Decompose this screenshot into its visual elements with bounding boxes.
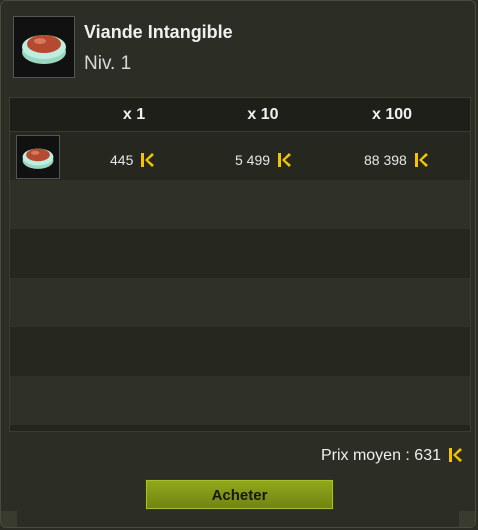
table-row-empty xyxy=(10,327,470,376)
price-table: x 1 x 10 x 100 445 5 499 88 398 xyxy=(9,97,471,432)
price-x1-button[interactable]: 445 xyxy=(110,152,155,168)
item-level: Niv. 1 xyxy=(84,53,132,74)
kama-icon xyxy=(278,153,292,167)
price-x100-button[interactable]: 88 398 xyxy=(364,152,429,168)
window-corner-left xyxy=(1,511,17,527)
table-header: x 1 x 10 x 100 xyxy=(10,98,470,132)
buy-button[interactable]: Acheter xyxy=(145,479,334,510)
table-row-empty xyxy=(10,180,470,229)
price-x100-value: 88 398 xyxy=(364,152,407,168)
window-corner-right xyxy=(459,511,475,527)
price-x10-button[interactable]: 5 499 xyxy=(235,152,292,168)
item-name: Viande Intangible xyxy=(84,22,233,42)
row-steak-icon xyxy=(16,135,60,179)
price-x10-value: 5 499 xyxy=(235,152,271,168)
column-header-x1: x 1 xyxy=(122,106,146,123)
average-price: Prix moyen : 631 xyxy=(321,447,463,465)
column-header-x10: x 10 xyxy=(247,106,279,123)
shop-window: Viande Intangible Niv. 1 x 1 x 10 x 100 … xyxy=(0,0,476,528)
price-x1-value: 445 xyxy=(110,152,134,168)
kama-icon xyxy=(414,153,428,167)
column-header-x100: x 100 xyxy=(371,106,413,123)
table-row-empty xyxy=(10,278,470,327)
table-row-empty xyxy=(10,376,470,425)
table-row-empty xyxy=(10,229,470,278)
average-price-label: Prix moyen : 631 xyxy=(320,447,441,464)
item-steak-icon xyxy=(13,16,75,78)
kama-icon xyxy=(449,448,462,462)
kama-icon xyxy=(141,153,155,167)
